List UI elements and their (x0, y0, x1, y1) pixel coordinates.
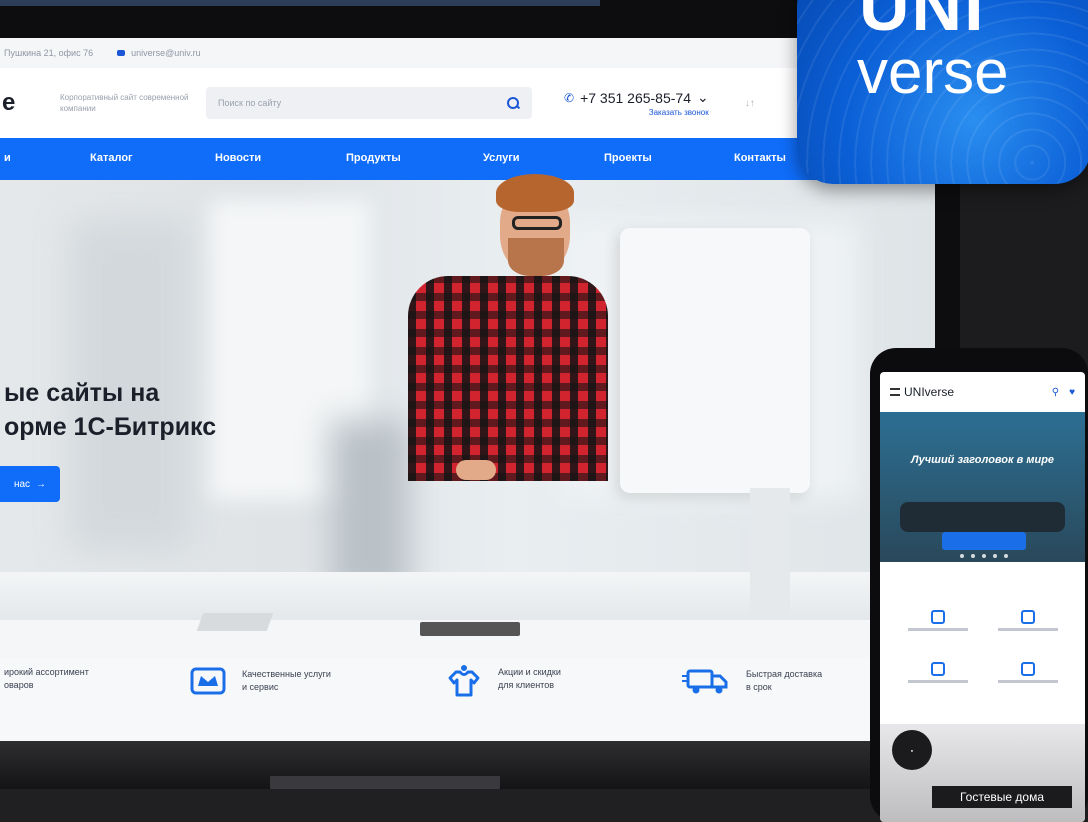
mobile-logo-text: UNIverse (904, 385, 955, 399)
notebook-image (196, 613, 274, 631)
email-link[interactable]: universe@univ.ru (117, 48, 201, 58)
mail-icon (117, 50, 126, 56)
hero-title-line1: ые сайты на (4, 379, 160, 407)
search-input[interactable]: Поиск по сайту (206, 87, 532, 119)
mobile-feature-card (898, 662, 978, 706)
mobile-header-icons: ⚲ ♥ (1052, 387, 1075, 398)
nav-item-company[interactable]: и (4, 152, 11, 164)
crown-icon (1021, 610, 1035, 624)
phone-number-text: +7 351 265-85-74 (580, 89, 691, 106)
mobile-feature-card (898, 610, 978, 654)
feature-discounts: Акции и скидки для клиентов (446, 664, 561, 697)
cta-label: нас (13, 478, 31, 490)
mobile-feature-card (988, 610, 1068, 654)
guest-house-caption[interactable]: Гостевые дома (932, 786, 1072, 808)
desk-surface (0, 572, 935, 620)
feature-text: Акции и скидки для клиентов (498, 666, 561, 692)
feature-line: ирокий ассортимент (4, 667, 89, 677)
keyboard-image (420, 622, 520, 636)
hero-title-line2: орме 1С-Битрикс (4, 413, 217, 441)
menu-icon[interactable] (890, 388, 900, 396)
feature-line: Быстрая доставка (746, 669, 823, 679)
box-icon (931, 610, 945, 624)
text-placeholder (908, 628, 968, 631)
nav-item-catalog[interactable]: Каталог (90, 152, 133, 164)
smartphone-screen: UNIverse ⚲ ♥ Лучший заголовок в мире ● Г… (880, 372, 1085, 822)
feature-line: для клиентов (498, 680, 554, 690)
text-placeholder (998, 680, 1058, 683)
arrow-right-icon: → (36, 478, 47, 490)
laptop-screen: Пушкина 21, офис 76 universe@univ.ru e К… (0, 38, 935, 741)
phone-icon: ✆ (564, 90, 575, 105)
app-icon-verse-text: verse (857, 38, 1009, 107)
monitor-stand (750, 488, 790, 613)
feature-line: Акции и скидки (498, 667, 561, 677)
nav-item-news[interactable]: Новости (215, 152, 261, 164)
mobile-header: UNIverse ⚲ ♥ (880, 372, 1085, 412)
site-header: e Корпоративный сайт современной компани… (0, 68, 935, 138)
universe-app-icon: UNI verse (797, 0, 1088, 184)
truck-icon (1021, 662, 1035, 676)
phone-block: ✆ +7 351 265-85-74 ⌄ Заказать звонок (564, 89, 709, 117)
tshirt-icon (446, 664, 482, 697)
sofa-image (900, 502, 1065, 532)
truck-icon (682, 666, 730, 696)
site-topbar: Пушкина 21, офис 76 universe@univ.ru (0, 38, 935, 68)
feature-line: Качественные услуги (242, 669, 331, 679)
phone-number[interactable]: ✆ +7 351 265-85-74 ⌄ (564, 89, 709, 106)
person-hair (496, 174, 574, 212)
desktop-monitor-image (620, 228, 810, 493)
address-text: Пушкина 21, офис 76 (4, 48, 94, 58)
crown-icon (190, 666, 226, 696)
person-image (400, 168, 640, 481)
chevron-down-icon[interactable]: ⌄ (697, 89, 709, 106)
site-tagline: Корпоративный сайт современной компании (60, 93, 189, 113)
app-icon-uni-text: UNI (859, 0, 986, 45)
nav-item-contacts[interactable]: Контакты (734, 152, 786, 164)
compare-icon[interactable]: ↓↑ (745, 98, 755, 109)
feature-line: в срок (746, 682, 772, 692)
site-logo[interactable]: e (2, 89, 52, 117)
feature-services: Качественные услуги и сервис (190, 666, 331, 696)
text-placeholder (998, 628, 1058, 631)
cart-icon[interactable]: ♥ (1069, 387, 1075, 398)
feature-delivery: Быстрая доставка в срок (682, 666, 822, 696)
mobile-hero-title: Лучший заголовок в мире (910, 454, 1055, 466)
feature-line: и сервис (242, 682, 279, 692)
glasses (512, 216, 562, 230)
feature-text: Качественные услуги и сервис (242, 668, 331, 694)
laptop-foot (0, 789, 930, 822)
badge-logo: ● (892, 730, 932, 770)
scene: Пушкина 21, офис 76 universe@univ.ru e К… (0, 0, 1088, 822)
laptop-bezel-strip (0, 0, 600, 6)
hero-title: ые сайты на орме 1С-Битрикс (4, 376, 216, 444)
mobile-logo[interactable]: UNIverse (890, 385, 954, 399)
mobile-features-grid (880, 562, 1085, 683)
search-icon[interactable] (506, 96, 520, 110)
email-text: universe@univ.ru (131, 48, 201, 58)
feature-assortment: ирокий ассортимент оваров (4, 666, 89, 692)
callback-link[interactable]: Заказать звонок (649, 108, 709, 117)
text-placeholder (908, 680, 968, 683)
search-icon[interactable]: ⚲ (1052, 387, 1059, 398)
feature-text: Быстрая доставка в срок (746, 668, 822, 694)
nav-item-services[interactable]: Услуги (483, 152, 520, 164)
carousel-dots[interactable] (960, 554, 1008, 558)
search-placeholder: Поиск по сайту (218, 98, 282, 108)
mobile-hero-button[interactable] (942, 532, 1026, 550)
hero-cta-button[interactable]: нас → (0, 466, 60, 502)
feature-text: ирокий ассортимент оваров (4, 666, 89, 692)
feature-line: оваров (4, 680, 34, 690)
plaid-shirt (408, 276, 608, 481)
person-beard (508, 238, 564, 276)
nav-item-products[interactable]: Продукты (346, 152, 401, 164)
mobile-feature-card (988, 662, 1068, 706)
nav-item-projects[interactable]: Проекты (604, 152, 652, 164)
person-hand (456, 460, 496, 480)
mobile-hero: Лучший заголовок в мире (880, 412, 1085, 562)
tshirt-icon (931, 662, 945, 676)
